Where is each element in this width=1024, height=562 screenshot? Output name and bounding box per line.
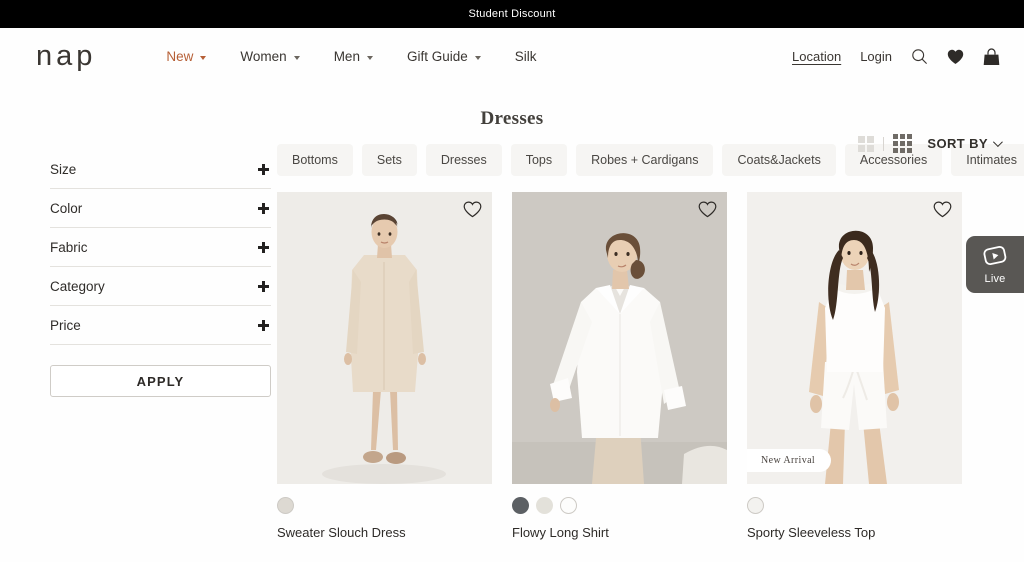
plus-icon (258, 281, 269, 292)
announcement-bar[interactable]: Student Discount (0, 0, 1024, 28)
favorite-heart-icon[interactable] (933, 201, 952, 218)
color-swatch-list (277, 497, 492, 514)
live-shopping-widget[interactable]: Live (966, 236, 1024, 293)
chevron-down-icon (366, 55, 373, 60)
search-icon[interactable] (911, 48, 928, 65)
color-swatch[interactable] (747, 497, 764, 514)
color-swatch[interactable] (277, 497, 294, 514)
site-header: nap New Women Men Gift Guide Silk Locati… (0, 28, 1024, 85)
product-name: Sweater Slouch Dress (277, 525, 406, 540)
product-name: Flowy Long Shirt (512, 525, 609, 540)
filter-label-category: Category (50, 279, 105, 294)
filter-size[interactable]: Size (50, 150, 271, 189)
color-swatch[interactable] (560, 497, 577, 514)
product-card[interactable]: Flowy Long Shirt (512, 192, 727, 540)
nav-item-new[interactable]: New (166, 49, 207, 64)
brand-logo[interactable]: nap (36, 42, 96, 71)
filter-label-price: Price (50, 318, 81, 333)
product-listing-page: Student Discount nap New Women Men Gift … (0, 0, 1024, 562)
heart-icon[interactable] (947, 49, 964, 65)
plus-icon (258, 203, 269, 214)
product-image[interactable] (277, 192, 492, 484)
sort-by-dropdown[interactable]: SORT BY (927, 136, 1003, 151)
login-link[interactable]: Login (860, 49, 892, 64)
category-chip-robes-cardigans[interactable]: Robes + Cardigans (576, 144, 714, 176)
color-swatch[interactable] (512, 497, 529, 514)
main-navigation: New Women Men Gift Guide Silk (166, 49, 536, 64)
nav-label-silk: Silk (514, 49, 537, 64)
filter-color[interactable]: Color (50, 189, 271, 228)
nav-item-men[interactable]: Men (334, 49, 373, 64)
category-chip-dresses[interactable]: Dresses (425, 144, 502, 176)
nav-label-new: New (166, 49, 194, 64)
grid-3-column-icon[interactable] (893, 134, 913, 153)
color-swatch-list (512, 497, 727, 514)
location-link[interactable]: Location (792, 49, 841, 64)
chevron-down-icon (200, 55, 207, 60)
listing-toolbar: SORT BY (858, 134, 1003, 153)
filter-label-color: Color (50, 201, 83, 216)
video-play-icon (982, 245, 1008, 272)
sort-by-label: SORT BY (927, 136, 988, 151)
shopping-bag-icon[interactable] (983, 47, 1000, 66)
nav-item-women[interactable]: Women (240, 49, 300, 64)
filter-category[interactable]: Category (50, 267, 271, 306)
filter-price[interactable]: Price (50, 306, 271, 345)
announcement-text: Student Discount (468, 8, 556, 20)
nav-label-gift-guide: Gift Guide (406, 49, 468, 64)
plus-icon (258, 164, 269, 175)
plus-icon (258, 320, 269, 331)
favorite-heart-icon[interactable] (463, 201, 482, 218)
category-chip-bottoms[interactable]: Bottoms (277, 144, 353, 176)
product-list: Sweater Slouch Dress Flowy Long Shirt Ne… (277, 192, 1024, 540)
toolbar-divider (883, 136, 885, 151)
product-card[interactable]: New Arrival Sporty Sleeveless Top (747, 192, 962, 540)
header-utility-nav: Location Login (792, 47, 1000, 66)
color-swatch-list (747, 497, 962, 514)
category-chip-sets[interactable]: Sets (361, 144, 417, 176)
color-swatch[interactable] (536, 497, 553, 514)
filter-label-fabric: Fabric (50, 240, 88, 255)
category-chip-tops[interactable]: Tops (510, 144, 568, 176)
favorite-heart-icon[interactable] (698, 201, 717, 218)
filter-label-size: Size (50, 162, 77, 177)
chevron-down-icon (474, 55, 481, 60)
apply-filters-button[interactable]: APPLY (50, 365, 271, 397)
live-label: Live (984, 272, 1006, 285)
chevron-down-icon (293, 55, 300, 60)
content-area: Size Color Fabric Category Price APPLY B… (0, 144, 1024, 540)
nav-label-men: Men (333, 49, 360, 64)
nav-item-gift-guide[interactable]: Gift Guide (407, 49, 481, 64)
new-arrival-badge: New Arrival (747, 449, 832, 472)
grid-2-column-icon[interactable] (858, 135, 875, 152)
category-chip-coats-jackets[interactable]: Coats&Jackets (722, 144, 836, 176)
page-title: Dresses (480, 108, 544, 129)
plus-icon (258, 242, 269, 253)
product-name: Sporty Sleeveless Top (747, 525, 876, 540)
product-image[interactable] (512, 192, 727, 484)
nav-item-silk[interactable]: Silk (515, 49, 537, 64)
nav-label-women: Women (240, 49, 287, 64)
product-card[interactable]: Sweater Slouch Dress (277, 192, 492, 540)
product-grid-area: Bottoms Sets Dresses Tops Robes + Cardig… (271, 144, 1024, 540)
filter-fabric[interactable]: Fabric (50, 228, 271, 267)
product-image[interactable]: New Arrival (747, 192, 962, 484)
filter-sidebar: Size Color Fabric Category Price APPLY (24, 144, 271, 540)
